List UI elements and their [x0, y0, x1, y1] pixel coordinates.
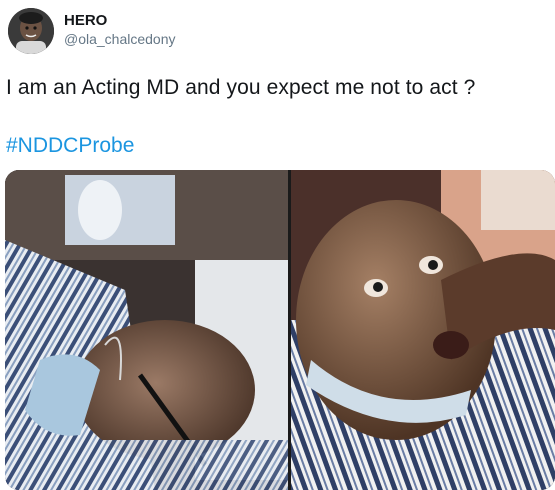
tweet-card: HERO @ola_chalcedony I am an Acting MD a…	[0, 0, 555, 490]
photo-man-with-microphone-icon	[5, 170, 288, 490]
photo-right[interactable]	[291, 170, 555, 490]
hashtag-link[interactable]: #NDDCProbe	[6, 134, 134, 158]
media-grid	[5, 170, 555, 490]
photo-man-looking-up-icon	[291, 170, 555, 490]
tweet-text: I am an Acting MD and you expect me not …	[6, 76, 476, 99]
user-avatar[interactable]	[8, 8, 54, 54]
user-avatar-icon	[8, 8, 54, 54]
user-handle[interactable]: @ola_chalcedony	[64, 31, 176, 47]
display-name[interactable]: HERO	[64, 12, 107, 29]
photo-left[interactable]	[5, 170, 288, 490]
